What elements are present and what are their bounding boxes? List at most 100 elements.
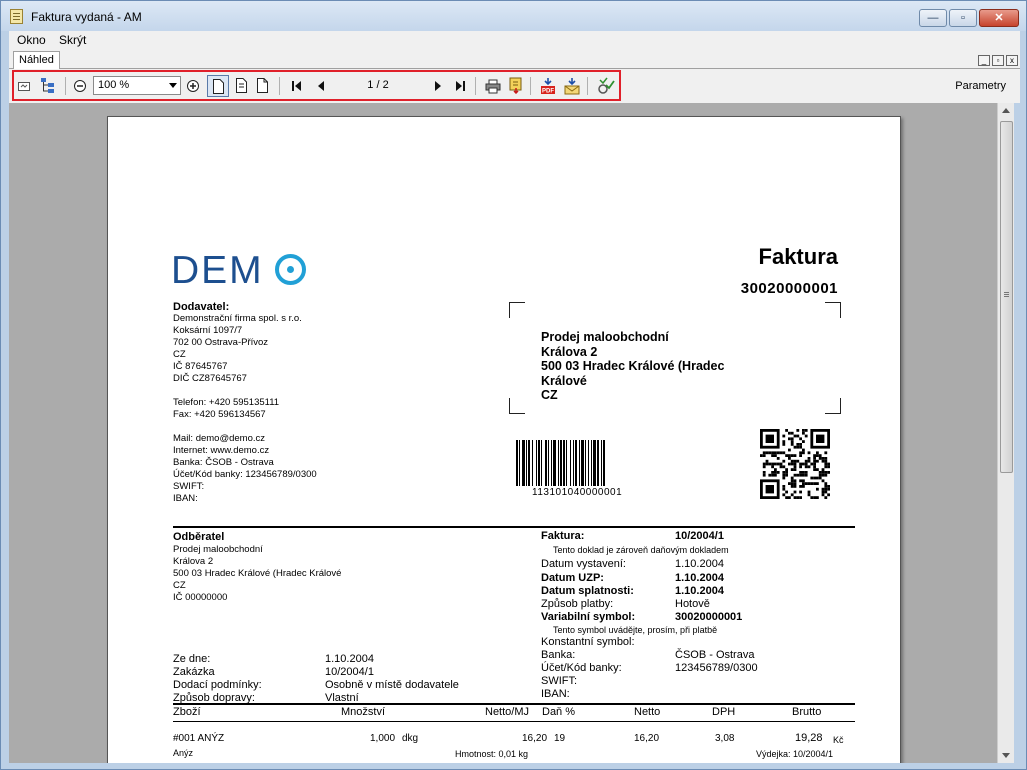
address-corner: [825, 398, 841, 414]
due-date-value: 1.10.2004: [675, 585, 724, 597]
supplier-line: DIČ CZ87645767: [173, 373, 247, 384]
supplier-account: Účet/Kód banky: 123456789/0300: [173, 469, 317, 480]
address-line: 500 03 Hradec Králové (Hradec: [541, 359, 725, 373]
column-header: Množství: [341, 706, 386, 718]
column-header: DPH: [712, 706, 736, 718]
iban-label: IBAN:: [541, 688, 570, 700]
supplier-heading: Dodavatel:: [173, 301, 230, 313]
fit-icon[interactable]: [17, 79, 31, 93]
section-divider: [173, 526, 855, 528]
symbol-note: Tento symbol uvádějte, prosím, při platb…: [553, 625, 718, 635]
issue-date-value: 1.10.2004: [675, 558, 724, 570]
toolbar-separator: [530, 77, 531, 95]
menu-bar: Okno Skrýt: [9, 31, 1020, 50]
preview-toolbar: 100 % 1 / 2 PDF Parametry: [9, 69, 1020, 103]
order-value: 10/2004/1: [325, 666, 374, 678]
column-header: Netto/MJ: [485, 706, 530, 718]
previous-page-icon[interactable]: [314, 79, 328, 93]
grip-icon: [1004, 292, 1009, 293]
supplier-mail: Mail: demo@demo.cz: [173, 433, 266, 444]
pdf-icon[interactable]: PDF: [540, 77, 556, 95]
item-netto: 16,20: [634, 733, 660, 744]
customer-line: Prodej maloobchodní: [173, 544, 263, 555]
uzp-date-value: 1.10.2004: [675, 572, 724, 584]
mdi-close-button[interactable]: x: [1006, 55, 1018, 66]
mdi-minimize-button[interactable]: _: [978, 55, 990, 66]
app-window: Faktura vydaná - AM — ▫ ✕ Okno Skrýt Náh…: [0, 0, 1027, 770]
menu-skryt[interactable]: Skrýt: [59, 33, 86, 47]
bank-label: Banka:: [541, 649, 576, 661]
document-icon: [10, 9, 23, 24]
next-page-icon[interactable]: [431, 79, 445, 93]
customer-line: CZ: [173, 580, 186, 591]
customer-heading: Odběratel: [173, 531, 225, 543]
supplier-line: IČ 87645767: [173, 361, 228, 372]
supplier-web: Internet: www.demo.cz: [173, 445, 270, 456]
column-header: Daň %: [542, 706, 576, 718]
delivery-terms-label: Dodací podmínky:: [173, 679, 262, 691]
customer-line: Králova 2: [173, 556, 214, 567]
first-page-icon[interactable]: [290, 79, 304, 93]
constant-symbol-label: Konstantní symbol:: [541, 636, 635, 648]
issue-date-label: Datum vystavení:: [541, 558, 626, 570]
document-number: 30020000001: [740, 280, 838, 297]
table-header-line: [173, 721, 855, 722]
zoom-out-icon[interactable]: [73, 79, 87, 93]
variable-symbol-value: 30020000001: [675, 611, 743, 623]
faktura-label: Faktura:: [541, 530, 585, 542]
scroll-up-icon[interactable]: [1002, 108, 1010, 113]
sign-icon[interactable]: [597, 77, 615, 95]
preview-area: DEM Faktura 30020000001 Dodavatel: Demon…: [9, 103, 997, 763]
print-icon[interactable]: [485, 79, 501, 94]
scroll-down-icon[interactable]: [1002, 753, 1010, 758]
qr-code: [760, 429, 830, 499]
customer-line: IČ 00000000: [173, 592, 228, 603]
faktura-value: 10/2004/1: [675, 530, 724, 542]
zoom-in-icon[interactable]: [186, 79, 200, 93]
uzp-date-label: Datum UZP:: [541, 572, 604, 584]
item-name: Anýz: [173, 748, 194, 758]
menu-okno[interactable]: Okno: [17, 33, 46, 47]
email-icon[interactable]: [564, 77, 580, 95]
export-icon[interactable]: [509, 77, 523, 94]
tab-nahled[interactable]: Náhled: [13, 51, 60, 70]
zoom-select[interactable]: 100 %: [93, 76, 181, 95]
title-bar: Faktura vydaná - AM — ▫ ✕: [1, 1, 1026, 31]
page-indicator[interactable]: 1 / 2: [335, 76, 421, 95]
supplier-fax: Fax: +420 596134567: [173, 409, 266, 420]
minimize-button[interactable]: —: [919, 9, 947, 27]
parameters-button[interactable]: Parametry: [955, 80, 1006, 92]
item-netto-mj: 16,20: [522, 733, 548, 744]
four-pages-icon[interactable]: [256, 78, 269, 93]
column-header: Zboží: [173, 706, 201, 718]
single-page-icon: [213, 79, 224, 94]
item-weight: Hmotnost: 0,01 kg: [455, 749, 529, 759]
tax-note: Tento doklad je zároveň daňovým dokladem: [553, 545, 729, 555]
mdi-restore-button[interactable]: ▫: [992, 55, 1004, 66]
chevron-down-icon: [169, 83, 177, 88]
single-page-button[interactable]: [207, 75, 229, 97]
scrollbar-thumb[interactable]: [1000, 121, 1013, 473]
barcode: [516, 440, 605, 486]
close-button[interactable]: ✕: [979, 9, 1019, 27]
maximize-button[interactable]: ▫: [949, 9, 977, 27]
two-pages-icon[interactable]: [235, 78, 248, 93]
item-code: #001 ANÝZ: [173, 733, 225, 744]
order-date-label: Ze dne:: [173, 653, 211, 665]
address-corner: [825, 302, 841, 318]
supplier-line: CZ: [173, 349, 186, 360]
supplier-line: Demonstrační firma spol. s r.o.: [173, 313, 302, 324]
vertical-scrollbar[interactable]: [997, 103, 1014, 763]
toolbar-separator: [279, 77, 280, 95]
barcode-number: 113101040000001: [532, 487, 623, 498]
item-tax: 19: [554, 733, 566, 744]
last-page-icon[interactable]: [453, 79, 467, 93]
toolbar-separator: [65, 77, 66, 95]
window-title: Faktura vydaná - AM: [31, 10, 142, 24]
order-label: Zakázka: [173, 666, 215, 678]
address-line: Králova 2: [541, 344, 598, 359]
payment-method-label: Způsob platby:: [541, 598, 614, 610]
customer-line: 500 03 Hradec Králové (Hradec Králové: [173, 568, 342, 579]
item-issue-note: Výdejka: 10/2004/1: [756, 749, 834, 759]
tree-icon[interactable]: [40, 77, 56, 95]
